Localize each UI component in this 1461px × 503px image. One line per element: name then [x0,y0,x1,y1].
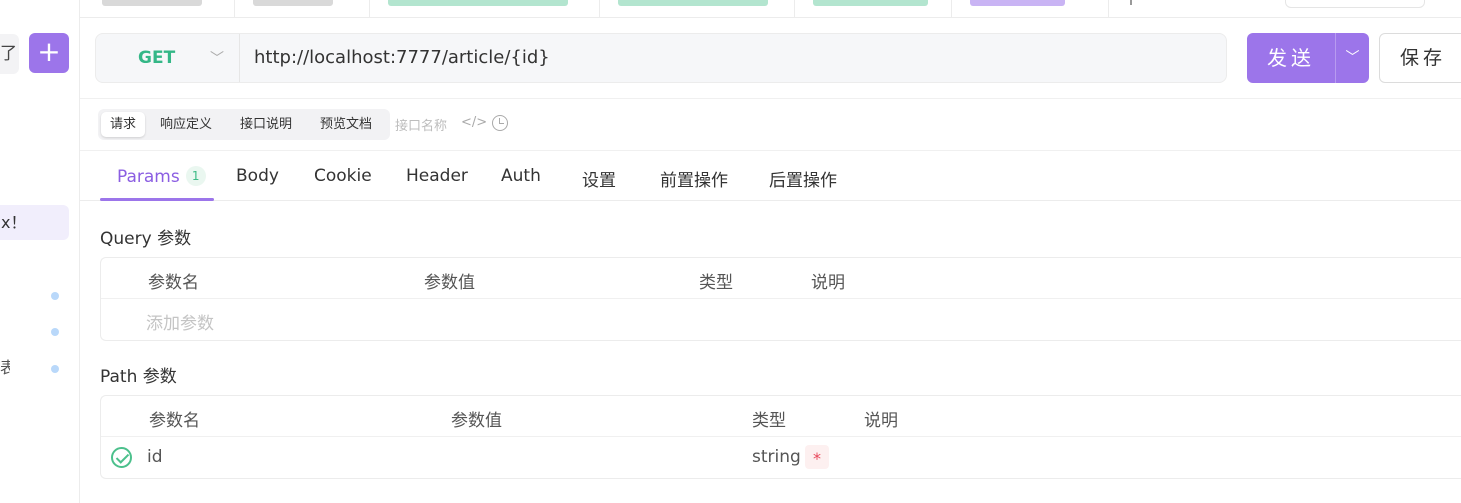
check-circle-icon[interactable] [111,447,132,468]
send-button[interactable]: 发送 [1247,33,1335,83]
tab-pre-operations[interactable]: 前置操作 [660,166,728,191]
sidebar-item-fragment[interactable]: 表 [0,357,10,379]
query-params-table: 参数名 参数值 类型 说明 添加参数 [100,257,1461,341]
status-dot-icon [51,328,59,336]
method-label: GET [138,48,176,68]
active-tab-indicator [100,198,214,201]
tab-settings[interactable]: 设置 [582,166,616,191]
tab-body[interactable]: Body [236,166,279,186]
add-param-input[interactable]: 添加参数 [146,309,214,334]
api-name-input[interactable]: 接口名称 [395,115,447,134]
param-name-cell[interactable]: id [147,447,163,467]
sidebar-item-label: 了 [0,44,17,64]
sidebar-item-label: x！ [1,213,27,232]
send-button-group: 发送 ﹀ [1247,33,1369,83]
history-icon[interactable] [492,115,508,131]
table-header-row: 参数名 参数值 类型 说明 [101,258,1461,299]
divider [80,150,1461,151]
segment-request[interactable]: 请求 [101,112,146,137]
sidebar-item-fragment[interactable]: 了 [0,34,19,74]
count-badge: 1 [185,166,206,186]
sidebar: 了 + x！ 表 [0,0,80,503]
path-params-title: Path 参数 [100,367,177,387]
url-bar: GET ﹀ http://localhost:7777/article/{id} [95,33,1227,83]
segment-api-description[interactable]: 接口说明 [231,112,301,137]
required-badge[interactable]: * [805,445,829,469]
sidebar-item-selected[interactable]: x！ [0,205,69,240]
tab-header[interactable]: Header [406,166,468,186]
param-type-cell[interactable]: string [752,447,801,467]
add-button[interactable]: + [29,33,69,73]
column-header: 类型 [699,273,733,293]
chevron-down-icon: ﹀ [210,51,224,67]
tab-search-input[interactable] [1285,0,1425,8]
tab-post-operations[interactable]: 后置操作 [769,166,837,191]
send-options-chevron-icon[interactable]: ﹀ [1336,33,1369,83]
status-dot-icon [51,292,59,300]
add-param-row[interactable]: 添加参数 [101,299,1461,340]
save-button[interactable]: 保存 [1379,33,1461,83]
new-tab-icon[interactable] [1130,0,1132,5]
doc-mode-segmented: 请求 响应定义 接口说明 预览文档 [98,109,390,140]
status-dot-icon [51,365,59,373]
query-params-title: Query 参数 [100,229,192,249]
tab-params[interactable]: Params 1 [117,166,206,187]
path-params-table: 参数名 参数值 类型 说明 id string * [100,395,1461,479]
param-tabs: Params 1 Body Cookie Header Auth 设置 前置操作 … [80,158,1461,201]
app-window: 了 + x！ 表 GET ﹀ http://localhost:7777/art… [0,0,1461,503]
column-header: 参数值 [424,273,475,293]
table-header-row: 参数名 参数值 类型 说明 [101,396,1461,437]
column-header: 说明 [811,273,845,293]
request-tab[interactable] [235,0,370,17]
sidebar-item-label: 表 [0,358,10,377]
request-tab-strip [80,0,1461,18]
tab-auth[interactable]: Auth [501,166,541,186]
column-header: 参数名 [148,273,199,293]
tab-cookie[interactable]: Cookie [314,166,372,186]
method-select[interactable]: GET ﹀ [96,34,240,82]
column-header: 类型 [752,411,786,431]
column-header: 参数名 [149,411,200,431]
segment-response-definition[interactable]: 响应定义 [151,112,221,137]
column-header: 参数值 [451,411,502,431]
request-tab[interactable] [370,0,600,17]
request-tab-active[interactable] [952,0,1109,17]
table-row: id string * [101,437,1461,478]
column-header: 说明 [864,411,898,431]
segment-preview-doc[interactable]: 预览文档 [311,112,381,137]
code-icon[interactable]: </> [461,115,487,130]
url-input[interactable]: http://localhost:7777/article/{id} [254,47,550,68]
request-tab[interactable] [80,0,235,17]
request-tab[interactable] [600,0,795,17]
request-tab[interactable] [795,0,952,17]
divider [80,98,1461,99]
tab-label: Params [117,167,180,187]
